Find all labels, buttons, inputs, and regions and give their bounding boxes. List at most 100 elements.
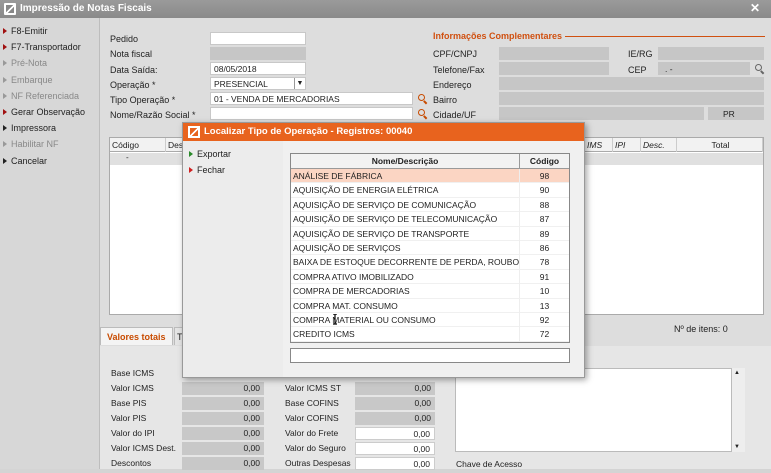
observacao-textarea[interactable] — [455, 368, 745, 452]
row-nome: COMPRA DE MERCADORIAS — [293, 286, 410, 297]
table-row[interactable]: COMPRA MAT. CONSUMO 13 — [291, 298, 569, 313]
telefone-field — [499, 62, 609, 75]
search-icon[interactable] — [417, 93, 428, 104]
sidebar-item-emitir[interactable]: F8-Emitir — [0, 23, 99, 39]
search-icon[interactable] — [754, 63, 765, 74]
sidebar-item-label: Impressora — [11, 123, 57, 134]
sidebar-item-label: Embarque — [11, 74, 53, 85]
table-row[interactable]: AQUISIÇÃO DE ENERGIA ELÉTRICA 90 — [291, 183, 569, 198]
sidebar-item-habilitar-nf[interactable]: Habilitar NF — [0, 136, 99, 152]
sidebar-item-label: F8-Emitir — [11, 26, 48, 36]
column-total[interactable]: Total — [677, 138, 763, 152]
data-saida-field[interactable]: 08/05/2018 — [210, 62, 306, 75]
section-divider — [565, 36, 765, 37]
arrow-icon — [3, 108, 7, 115]
despesas-input[interactable]: 0,00 — [355, 457, 435, 470]
total-label: Valor COFINS — [285, 413, 339, 423]
dialog-titlebar: Localizar Tipo de Operação - Registros: … — [183, 123, 584, 141]
column-codigo[interactable]: Código — [519, 154, 569, 169]
operacao-select[interactable]: PRESENCIAL ▼ — [210, 77, 306, 90]
sidebar-item-label: Pré-Nota — [11, 58, 48, 69]
sidebar-item-label: F7-Transportador — [11, 42, 81, 53]
column-codigo[interactable]: Código — [110, 138, 166, 152]
sidebar-item-label: Habilitar NF — [11, 139, 59, 150]
row-marker: - — [126, 153, 129, 162]
exportar-button[interactable]: Exportar — [189, 149, 231, 159]
column-ims[interactable]: IMS — [585, 138, 613, 152]
row-nome: AQUISIÇÃO DE SERVIÇO DE COMUNICAÇÃO — [293, 199, 477, 210]
arrow-icon — [3, 141, 7, 148]
row-nome: CREDITO ICMS — [293, 329, 355, 340]
search-icon[interactable] — [417, 108, 428, 119]
total-value: 0,00 — [182, 442, 264, 455]
ie-label: IE/RG — [628, 49, 653, 59]
arrow-icon — [3, 92, 7, 99]
close-icon[interactable]: ✕ — [747, 1, 763, 15]
uf-field: PR — [708, 107, 764, 120]
tipo-operacao-field[interactable]: 01 - VENDA DE MERCADORIAS — [210, 92, 413, 105]
row-nome: ANÁLISE DE FÁBRICA — [293, 171, 383, 181]
total-label: Valor PIS — [111, 413, 147, 423]
seguro-input[interactable]: 0,00 — [355, 442, 435, 455]
table-row[interactable]: CREDITO ICMS 72 — [291, 327, 569, 342]
pedido-field[interactable] — [210, 32, 306, 45]
row-codigo: 88 — [519, 197, 569, 212]
row-codigo: 91 — [519, 269, 569, 284]
filter-input[interactable] — [290, 348, 570, 363]
window-titlebar: Impressão de Notas Fiscais ✕ — [0, 0, 771, 18]
column-nome[interactable]: Nome/Descrição — [291, 154, 519, 169]
total-label: Valor do Seguro — [285, 443, 346, 453]
nome-field[interactable] — [210, 107, 413, 120]
row-nome: COMPRA MATERIAL OU CONSUMO — [293, 314, 436, 325]
results-header: Nome/Descrição Código — [291, 154, 569, 169]
bairro-label: Bairro — [433, 95, 458, 105]
chave-acesso-label: Chave de Acesso — [456, 459, 523, 469]
total-value: 0,00 — [182, 412, 264, 425]
sidebar-item-label: Cancelar — [11, 155, 48, 166]
sidebar-item-label: Gerar Observação — [11, 106, 86, 117]
total-label: Valor do Frete — [285, 428, 339, 438]
sidebar-item-impressora[interactable]: Impressora — [0, 120, 99, 136]
frete-input[interactable]: 0,00 — [355, 427, 435, 440]
chevron-down-icon[interactable]: ▼ — [734, 444, 740, 450]
table-row[interactable]: AQUISIÇÃO DE SERVIÇOS 86 — [291, 240, 569, 256]
table-row[interactable]: COMPRA ATIVO IMOBILIZADO 91 — [291, 269, 569, 285]
tab-valores-totais[interactable]: Valores totais — [100, 327, 173, 345]
total-value: 0,00 — [355, 412, 435, 425]
pedido-label: Pedido — [110, 34, 139, 44]
column-desconto[interactable]: Desc. — [641, 138, 677, 152]
fechar-button[interactable]: Fechar — [189, 165, 225, 175]
info-section-title: Informações Complementares — [433, 31, 563, 41]
row-nome: BAIXA DE ESTOQUE DECORRENTE DE PERDA, RO… — [293, 257, 519, 268]
table-row[interactable]: ANÁLISE DE FÁBRICA 98 — [291, 169, 569, 184]
total-label: Valor do IPI — [111, 428, 155, 438]
chevron-up-icon[interactable]: ▲ — [734, 370, 740, 376]
total-label: Descontos — [111, 458, 152, 468]
bairro-field — [499, 92, 764, 105]
arrow-icon — [3, 125, 7, 132]
cep-field: . - — [658, 62, 750, 75]
column-ipi[interactable]: IPI — [613, 138, 641, 152]
endereco-label: Endereço — [433, 80, 472, 90]
table-row[interactable]: AQUISIÇÃO DE SERVIÇO DE COMUNICAÇÃO 88 — [291, 197, 569, 213]
operacao-value: PRESENCIAL — [214, 79, 268, 89]
table-row[interactable]: AQUISIÇÃO DE SERVIÇO DE TELECOMUNICAÇÃO 8… — [291, 212, 569, 227]
table-row[interactable]: AQUISIÇÃO DE SERVIÇO DE TRANSPORTE 89 — [291, 226, 569, 241]
row-codigo: 10 — [519, 284, 569, 299]
sidebar-item-nf-referenciada[interactable]: NF Referenciada — [0, 88, 99, 104]
sidebar-item-transportador[interactable]: F7-Transportador — [0, 39, 99, 55]
table-row[interactable]: COMPRA DE MERCADORIAS 10 — [291, 284, 569, 299]
sidebar-item-cancelar[interactable]: Cancelar — [0, 153, 99, 169]
chevron-down-icon[interactable]: ▼ — [294, 78, 305, 89]
cep-label: CEP — [628, 65, 647, 75]
nome-label: Nome/Razão Social * — [110, 110, 196, 120]
cpf-field — [499, 47, 609, 60]
row-nome: COMPRA ATIVO IMOBILIZADO — [293, 271, 414, 282]
sidebar-item-embarque[interactable]: Embarque — [0, 72, 99, 88]
operacao-label: Operação * — [110, 80, 156, 90]
table-row[interactable]: BAIXA DE ESTOQUE DECORRENTE DE PERDA, RO… — [291, 255, 569, 270]
sidebar-item-pre-nota[interactable]: Pré-Nota — [0, 55, 99, 71]
scrollbar[interactable]: ▲ ▼ — [731, 368, 745, 452]
sidebar-item-gerar-observacao[interactable]: Gerar Observação — [0, 104, 99, 120]
item-count: Nº de itens: 0 — [674, 324, 728, 334]
